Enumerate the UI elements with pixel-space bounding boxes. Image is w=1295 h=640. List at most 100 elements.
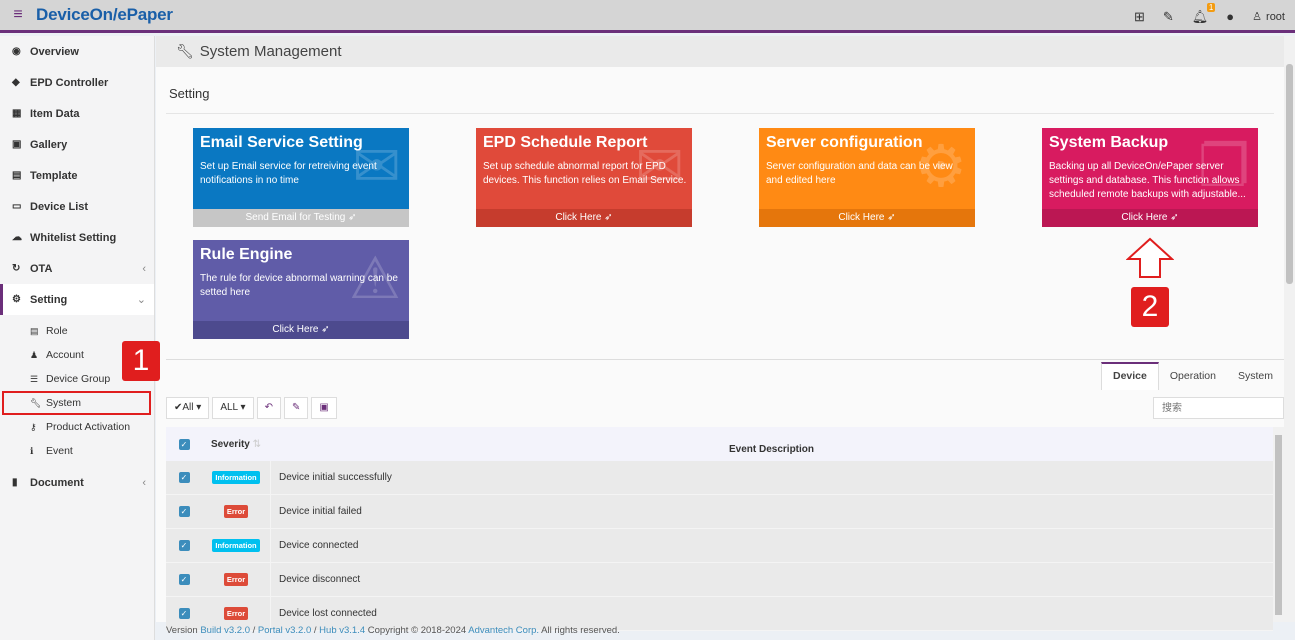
footer-separator: /: [313, 625, 317, 636]
click-here-button[interactable]: Click Here ➶: [1042, 209, 1258, 227]
row-checkbox[interactable]: ✓: [178, 472, 190, 483]
tab-device[interactable]: Device: [1101, 362, 1159, 390]
globe-icon[interactable]: ●: [1226, 9, 1234, 24]
save-button[interactable]: ▣: [311, 397, 337, 419]
click-here-button[interactable]: Click Here ➶: [759, 209, 975, 227]
epd-schedule-report-card[interactable]: ✉ EPD Schedule Report Set up schedule ab…: [476, 128, 692, 227]
table-row[interactable]: ✓ Error Device initial failed: [166, 495, 1273, 529]
severity-filter-dropdown[interactable]: ALL ▾: [212, 397, 254, 419]
sidebar-item-device-list[interactable]: ▭ Device List: [0, 191, 154, 222]
footer-text: Version: [166, 625, 198, 636]
brand-logo[interactable]: DeviceOn/ePaper: [36, 5, 173, 25]
undo-button[interactable]: ↶: [256, 397, 281, 419]
tag-icon: ◆: [12, 77, 20, 88]
click-here-button[interactable]: Click Here ➶: [476, 209, 692, 227]
table-scrollbar[interactable]: [1273, 427, 1284, 622]
cloud-upload-icon: ☁: [12, 232, 22, 243]
card-description: Server configuration and data can be vie…: [766, 161, 953, 186]
sidebar-subitem-event[interactable]: ℹ Event: [0, 439, 154, 463]
caret-down-icon: ▾: [196, 402, 202, 413]
sidebar-item-label: OTA: [30, 262, 53, 275]
key-icon: ⚷: [30, 421, 37, 432]
sidebar-item-template[interactable]: ▤ Template: [0, 160, 154, 191]
search-input[interactable]: [1153, 397, 1284, 419]
wrench-icon: 🔧︎: [176, 43, 194, 59]
sidebar-item-setting[interactable]: ⚙ Setting ⌄: [0, 284, 154, 315]
edit-button[interactable]: ✎: [283, 397, 309, 419]
select-all-dropdown[interactable]: ✔All ▾: [166, 397, 210, 419]
footer-separator: /: [252, 625, 256, 636]
row-checkbox[interactable]: ✓: [178, 608, 190, 619]
sidebar-subitem-role[interactable]: ▤ Role: [0, 319, 154, 343]
sidebar-item-label: Gallery: [30, 138, 68, 151]
sidebar-subitem-system[interactable]: 🔧︎ System: [2, 391, 151, 415]
send-email-test-button[interactable]: Send Email for Testing ➶: [193, 209, 409, 227]
sidebar-subitem-product-activation[interactable]: ⚷ Product Activation: [0, 415, 154, 439]
sidebar-item-epd-controller[interactable]: ◆ EPD Controller: [0, 67, 154, 98]
bell-icon[interactable]: 🔔︎ 1: [1192, 2, 1216, 25]
page-scrollbar[interactable]: [1284, 36, 1295, 622]
build-link[interactable]: Build v3.2.0: [200, 625, 250, 636]
annotation-marker-1: 1: [122, 341, 160, 381]
sidebar-item-overview[interactable]: ◉ Overview: [0, 36, 154, 67]
plus-square-icon[interactable]: ⊞: [1134, 9, 1145, 25]
click-here-button[interactable]: Click Here ➶: [193, 321, 409, 339]
server-configuration-card[interactable]: ⚙ Server configuration Server configurat…: [759, 128, 975, 227]
row-checkbox[interactable]: ✓: [178, 574, 190, 585]
company-link[interactable]: Advantech Corp.: [468, 625, 539, 636]
sidebar-subitem-label: Role: [46, 325, 68, 337]
image-icon: ▣: [12, 139, 22, 150]
tab-system[interactable]: System: [1227, 362, 1284, 390]
rule-engine-card[interactable]: ⚠ Rule Engine The rule for device abnorm…: [193, 240, 409, 339]
tab-operation[interactable]: Operation: [1159, 362, 1227, 390]
book-icon: ▮: [12, 477, 18, 488]
sidebar-item-whitelist-setting[interactable]: ☁ Whitelist Setting: [0, 222, 154, 253]
monitor-icon: ▭: [12, 201, 22, 212]
select-all-checkbox[interactable]: ✓: [178, 438, 190, 450]
description-column-header: Event Description: [728, 443, 815, 455]
table-icon: ▦: [12, 108, 22, 119]
column-label: Severity: [210, 438, 250, 450]
gavel-icon[interactable]: ✎: [1163, 9, 1174, 25]
tabs-divider: [166, 359, 1284, 360]
wrench-icon: 🔧︎: [30, 397, 42, 408]
card-footer-label: Click Here: [838, 212, 885, 223]
user-name: root: [1266, 10, 1285, 23]
portal-link[interactable]: Portal v3.2.0: [258, 625, 311, 636]
row-checkbox[interactable]: ✓: [178, 540, 190, 551]
table-row[interactable]: ✓ Information Device initial successfully: [166, 461, 1273, 495]
sidebar-subitem-label: Account: [46, 349, 84, 361]
severity-column-header[interactable]: Severity ⇅: [202, 439, 270, 450]
section-title: Setting: [169, 86, 210, 101]
sidebar-subitem-label: System: [46, 397, 82, 409]
menu-toggle-icon[interactable]: ≡: [0, 6, 36, 24]
sidebar-item-label: Device List: [30, 200, 89, 213]
event-tabs: Device Operation System: [1101, 362, 1284, 390]
sidebar-item-item-data[interactable]: ▦ Item Data: [0, 98, 154, 129]
sidebar-subitem-label: Device Group: [46, 373, 111, 385]
sidebar-item-label: Overview: [30, 45, 79, 58]
user-menu[interactable]: ♙ root: [1252, 10, 1285, 24]
sidebar-item-gallery[interactable]: ▣ Gallery: [0, 129, 154, 160]
table-row[interactable]: ✓ Error Device disconnect: [166, 563, 1273, 597]
event-table: ✓ Severity ⇅ Event Description ✓ Informat…: [166, 427, 1273, 631]
table-row[interactable]: ✓ Information Device connected: [166, 529, 1273, 563]
event-description: Device initial failed: [270, 495, 362, 528]
sidebar-item-document[interactable]: ▮ Document ‹: [0, 467, 154, 498]
card-footer-label: Send Email for Testing: [245, 212, 346, 223]
system-backup-card[interactable]: ❐ System Backup Backing up all DeviceOn/…: [1042, 128, 1258, 227]
gears-icon: ⚙: [12, 294, 21, 305]
card-title: System Backup: [1049, 134, 1169, 151]
hub-link[interactable]: Hub v3.1.4: [319, 625, 365, 636]
card-description: Backing up all DeviceOn/ePaper server se…: [1049, 161, 1246, 200]
email-service-card[interactable]: ✉ Email Service Setting Set up Email ser…: [193, 128, 409, 227]
refresh-icon: ↻: [12, 263, 21, 274]
severity-badge: Error: [223, 607, 249, 620]
card-footer-label: Click Here: [1121, 212, 1168, 223]
row-checkbox[interactable]: ✓: [178, 506, 190, 517]
event-description: Device initial successfully: [270, 461, 392, 494]
sidebar-item-label: Template: [30, 169, 78, 182]
severity-badge: Error: [223, 573, 249, 586]
id-card-icon: ▤: [30, 325, 39, 336]
sidebar-item-ota[interactable]: ↻ OTA ‹: [0, 253, 154, 284]
